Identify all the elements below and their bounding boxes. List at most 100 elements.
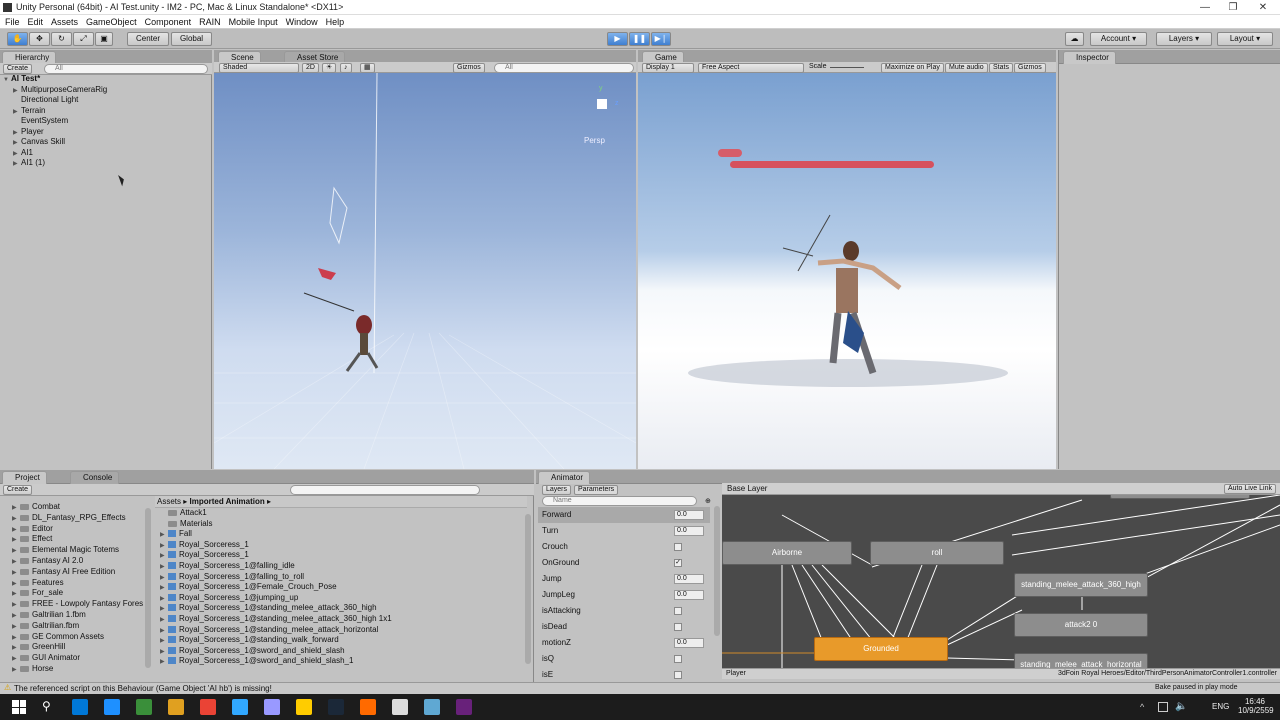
project-asset-item[interactable]: ▶ Royal_Sorceress_1@standing_melee_attack… <box>160 625 520 636</box>
expand-arrow-icon[interactable]: ▶ <box>160 562 168 572</box>
taskbar-app-icon[interactable] <box>296 699 312 715</box>
parameter-row[interactable]: isAttacking <box>538 603 710 619</box>
game-view[interactable] <box>638 73 1056 469</box>
expand-arrow-icon[interactable]: ▶ <box>13 128 21 138</box>
expand-arrow-icon[interactable]: ▶ <box>12 535 20 545</box>
parameter-checkbox[interactable] <box>674 655 682 663</box>
taskbar-app-icon[interactable] <box>104 699 120 715</box>
parameter-value-field[interactable]: 0.0 <box>674 574 704 584</box>
persp-label[interactable]: Persp <box>584 136 605 145</box>
base-layer-breadcrumb[interactable]: Base Layer <box>727 484 767 493</box>
expand-arrow-icon[interactable]: ▶ <box>160 604 168 614</box>
stats-toggle[interactable]: Stats <box>989 63 1013 73</box>
project-asset-item[interactable]: Materials <box>160 519 520 530</box>
start-button-icon[interactable] <box>12 700 26 714</box>
parameter-row[interactable]: isQ <box>538 651 710 667</box>
project-asset-item[interactable]: ▶ Royal_Sorceress_1@standing_melee_attack… <box>160 614 520 625</box>
state-grounded[interactable]: Grounded <box>814 637 948 661</box>
project-asset-item[interactable]: ▶ Royal_Sorceress_1@standing_walk_forward <box>160 635 520 646</box>
close-button[interactable]: ✕ <box>1248 0 1278 15</box>
scene-view[interactable]: y z Persp <box>214 73 636 469</box>
state-attack2[interactable]: attack2 0 <box>1014 613 1148 637</box>
expand-arrow-icon[interactable]: ▶ <box>12 600 20 610</box>
hierarchy-item[interactable]: ▶ Player <box>3 127 208 138</box>
taskbar-app-icon[interactable] <box>136 699 152 715</box>
taskbar-app-icon[interactable] <box>360 699 376 715</box>
project-asset-item[interactable]: ▶ Royal_Sorceress_1@sword_and_shield_slas… <box>160 646 520 657</box>
rotate-tool-icon[interactable]: ↻ <box>51 32 72 46</box>
project-folder-item[interactable]: ▶ Horse <box>12 664 152 674</box>
parameter-value-field[interactable]: 0.0 <box>674 638 704 648</box>
scene-gizmos-dropdown[interactable]: Gizmos <box>453 63 485 73</box>
expand-arrow-icon[interactable]: ▶ <box>160 530 168 540</box>
hierarchy-item[interactable]: ▶ Terrain <box>3 106 208 117</box>
display-dropdown[interactable]: Display 1 <box>642 63 694 73</box>
scene-orientation-gizmo[interactable]: y z <box>585 83 625 138</box>
menu-help[interactable]: Help <box>326 17 345 27</box>
project-folder-item[interactable]: ▶ Effect <box>12 534 152 545</box>
expand-arrow-icon[interactable]: ▶ <box>160 573 168 583</box>
parameter-value-field[interactable]: 0.0 <box>674 590 704 600</box>
menu-mobile-input[interactable]: Mobile Input <box>229 17 278 27</box>
aspect-dropdown[interactable]: Free Aspect <box>698 63 804 73</box>
project-asset-item[interactable]: ▶ Royal_Sorceress_1 <box>160 550 520 561</box>
game-gizmos-dropdown[interactable]: Gizmos <box>1014 63 1046 73</box>
parameter-value-field[interactable]: 0.0 <box>674 526 704 536</box>
parameter-checkbox[interactable]: ✓ <box>674 559 682 567</box>
taskbar-app-icon[interactable] <box>168 699 184 715</box>
project-folder-item[interactable]: ▶ Elemental Magic Totems <box>12 545 152 556</box>
taskbar-app-icon[interactable] <box>200 699 216 715</box>
expand-arrow-icon[interactable]: ▶ <box>12 622 20 632</box>
expand-arrow-icon[interactable]: ▶ <box>160 657 168 667</box>
taskbar-app-icon[interactable] <box>328 699 344 715</box>
expand-arrow-icon[interactable]: ▶ <box>160 594 168 604</box>
play-button[interactable]: ▶ <box>607 32 628 46</box>
move-tool-icon[interactable]: ✥ <box>29 32 50 46</box>
project-folder-item[interactable]: ▶ GreenHill <box>12 642 152 653</box>
expand-arrow-icon[interactable]: ▶ <box>160 626 168 636</box>
expand-arrow-icon[interactable]: ▶ <box>12 633 20 643</box>
parameter-row[interactable]: Crouch <box>538 539 710 555</box>
animator-parameters-tab[interactable]: Parameters <box>574 485 619 495</box>
hierarchy-create-button[interactable]: Create <box>3 64 33 74</box>
parameter-checkbox[interactable] <box>674 623 682 631</box>
breadcrumb-assets[interactable]: Assets <box>157 497 181 506</box>
expand-arrow-icon[interactable]: ▶ <box>12 665 20 674</box>
parameter-row[interactable]: Turn 0.0 <box>538 523 710 539</box>
project-asset-item[interactable]: ▶ Royal_Sorceress_1 <box>160 540 520 551</box>
state-attack-360[interactable]: standing_melee_attack_360_high <box>1014 573 1148 597</box>
project-folder-item[interactable]: ▶ GUI Animator <box>12 653 152 664</box>
project-asset-item[interactable]: ▶ Fall <box>160 529 520 540</box>
parameter-row[interactable]: Forward 0.0 <box>538 507 710 523</box>
project-folder-item[interactable]: ▶ Combat <box>12 502 152 513</box>
layers-dropdown[interactable]: Layers ▾ <box>1156 32 1212 46</box>
tab-animator[interactable]: Animator <box>538 471 591 484</box>
account-dropdown[interactable]: Account ▾ <box>1090 32 1147 46</box>
project-folder-item[interactable]: ▶ Features <box>12 578 152 589</box>
scale-slider[interactable] <box>830 67 864 68</box>
taskbar-app-icon[interactable] <box>424 699 440 715</box>
menu-assets[interactable]: Assets <box>51 17 78 27</box>
step-button[interactable]: ▶❘ <box>651 32 671 46</box>
expand-arrow-icon[interactable]: ▶ <box>12 514 20 524</box>
expand-arrow-icon[interactable]: ▶ <box>13 107 21 117</box>
state-roll[interactable]: roll <box>870 541 1004 565</box>
expand-arrow-icon[interactable]: ▶ <box>12 546 20 556</box>
project-folder-item[interactable]: ▶ Editor <box>12 524 152 535</box>
state-airborne[interactable]: Airborne <box>722 541 852 565</box>
taskbar-app-icon[interactable] <box>72 699 88 715</box>
expand-arrow-icon[interactable]: ▶ <box>13 86 21 96</box>
hierarchy-item[interactable]: ▶ AI1 (1) <box>3 158 208 169</box>
2d-toggle[interactable]: 2D <box>302 63 319 73</box>
mute-audio-toggle[interactable]: Mute audio <box>945 63 988 73</box>
hierarchy-item[interactable]: ▶ MultipurposeCameraRig <box>3 85 208 96</box>
maximize-on-play-toggle[interactable]: Maximize on Play <box>881 63 944 73</box>
pivot-center-button[interactable]: Center <box>127 32 169 46</box>
expand-arrow-icon[interactable]: ▶ <box>160 541 168 551</box>
menu-edit[interactable]: Edit <box>28 17 44 27</box>
restore-button[interactable]: ❐ <box>1218 0 1248 15</box>
project-search-input[interactable] <box>290 485 480 495</box>
scene-root[interactable]: ▼ AI Test* <box>3 74 208 85</box>
expand-arrow-icon[interactable]: ▶ <box>160 583 168 593</box>
gizmo-center-icon[interactable] <box>597 99 607 109</box>
